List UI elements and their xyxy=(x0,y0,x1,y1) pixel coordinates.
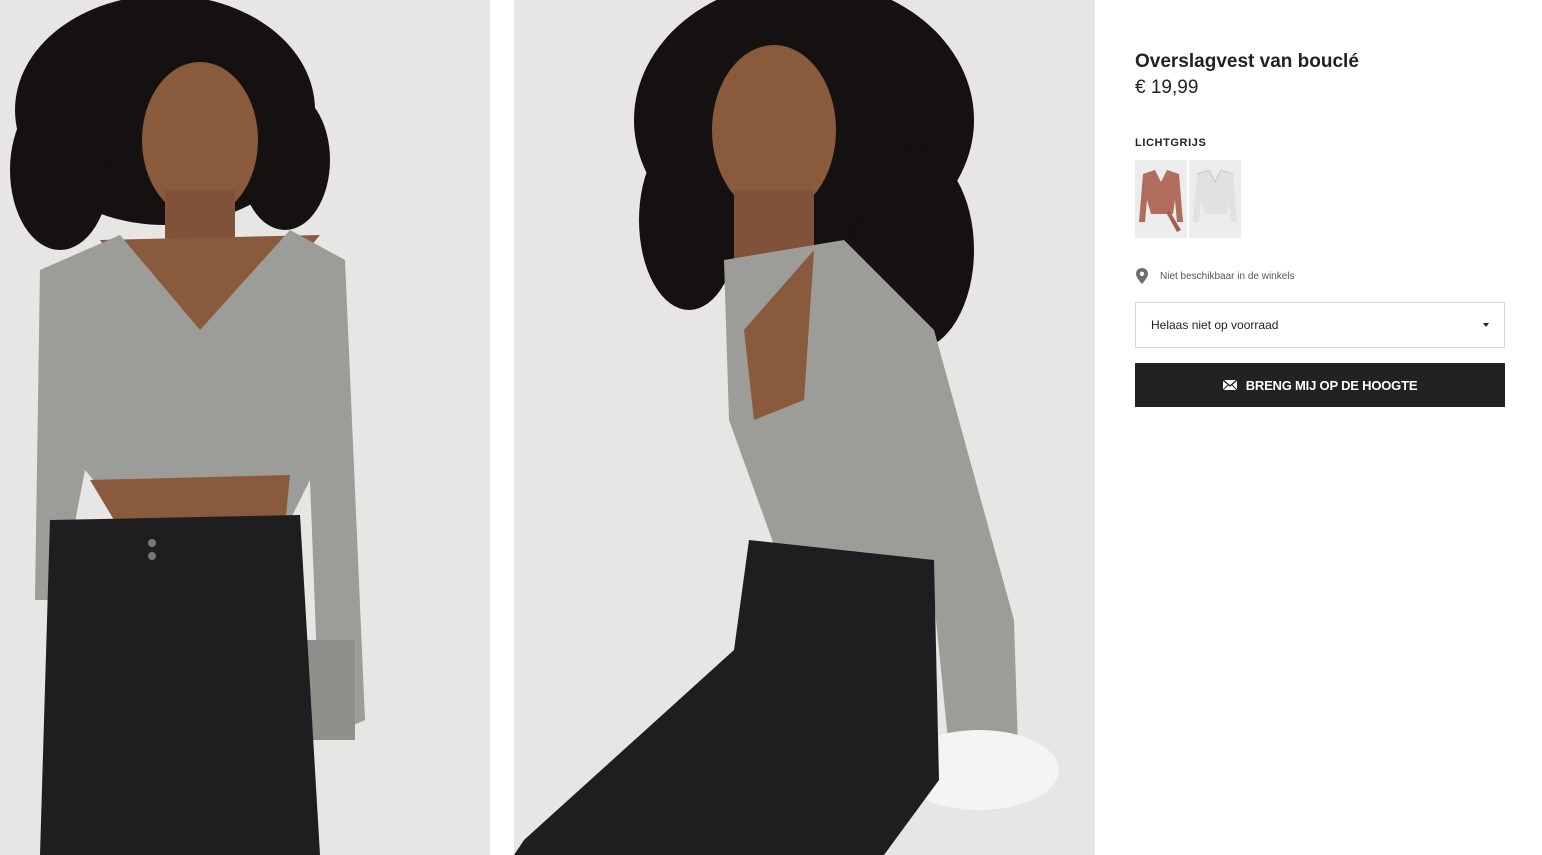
product-photo-side[interactable] xyxy=(514,0,1095,855)
chevron-down-icon xyxy=(1483,323,1489,327)
size-select-value: Helaas niet op voorraad xyxy=(1151,318,1279,332)
product-photo-front[interactable] xyxy=(0,0,490,855)
color-swatches xyxy=(1135,160,1241,238)
color-swatch-oudroze[interactable] xyxy=(1135,160,1187,238)
map-pin-icon xyxy=(1136,268,1148,284)
store-availability: Niet beschikbaar in de winkels xyxy=(1135,268,1295,284)
notify-me-label: BRENG MIJ OP DE HOOGTE xyxy=(1245,377,1418,393)
product-title: Overslagvest van bouclé xyxy=(1135,51,1359,72)
selected-color-label: LICHTGRIJS xyxy=(1135,137,1207,149)
store-availability-text: Niet beschikbaar in de winkels xyxy=(1160,270,1295,282)
product-price: € 19,99 xyxy=(1135,77,1199,98)
envelope-icon xyxy=(1222,380,1237,390)
color-swatch-lichtgrijs[interactable] xyxy=(1189,160,1241,238)
size-select[interactable]: Helaas niet op voorraad xyxy=(1135,302,1505,348)
notify-me-button[interactable]: BRENG MIJ OP DE HOOGTE xyxy=(1135,363,1505,407)
